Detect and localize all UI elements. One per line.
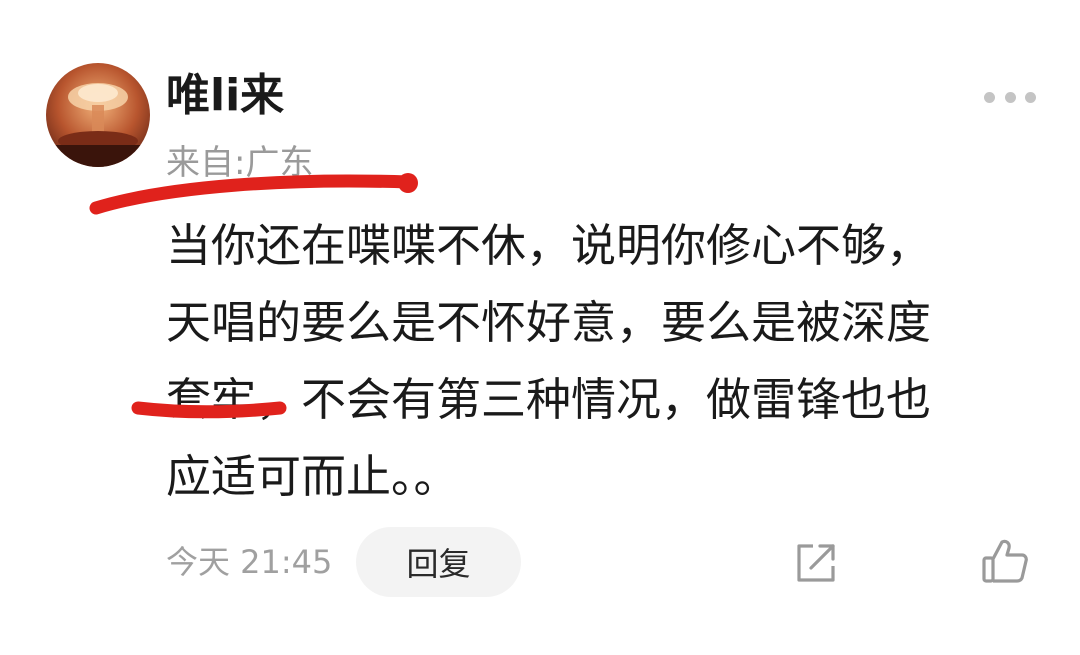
more-dot-icon: [1004, 91, 1016, 103]
red-underline-mark: [89, 173, 418, 215]
comment-line: 套牢，不会有第三种情况，做雷锋也也: [166, 373, 932, 426]
comment-text: 当你还在喋喋不休，说明你修心不够， 天唱的要么是不怀好意，要么是被深度 套牢，不…: [166, 207, 1036, 515]
share-button[interactable]: [793, 540, 839, 586]
timestamp: 今天 21:45: [166, 543, 333, 581]
more-dot-icon: [1025, 91, 1036, 103]
red-underline-mark: [131, 401, 287, 419]
comment-line: 天唱的要么是不怀好意，要么是被深度: [166, 296, 932, 349]
more-options-button[interactable]: [984, 84, 1036, 110]
comment-line: 应适可而止。。: [166, 450, 459, 503]
like-button[interactable]: [980, 536, 1030, 586]
share-icon: [797, 544, 835, 582]
mushroom-cloud-avatar-icon: [46, 63, 150, 167]
username[interactable]: 唯li来: [166, 66, 284, 126]
avatar[interactable]: [46, 63, 150, 167]
more-dot-icon: [984, 91, 995, 103]
reply-button[interactable]: 回复: [356, 527, 521, 597]
thumbs-up-icon: [982, 539, 1028, 583]
